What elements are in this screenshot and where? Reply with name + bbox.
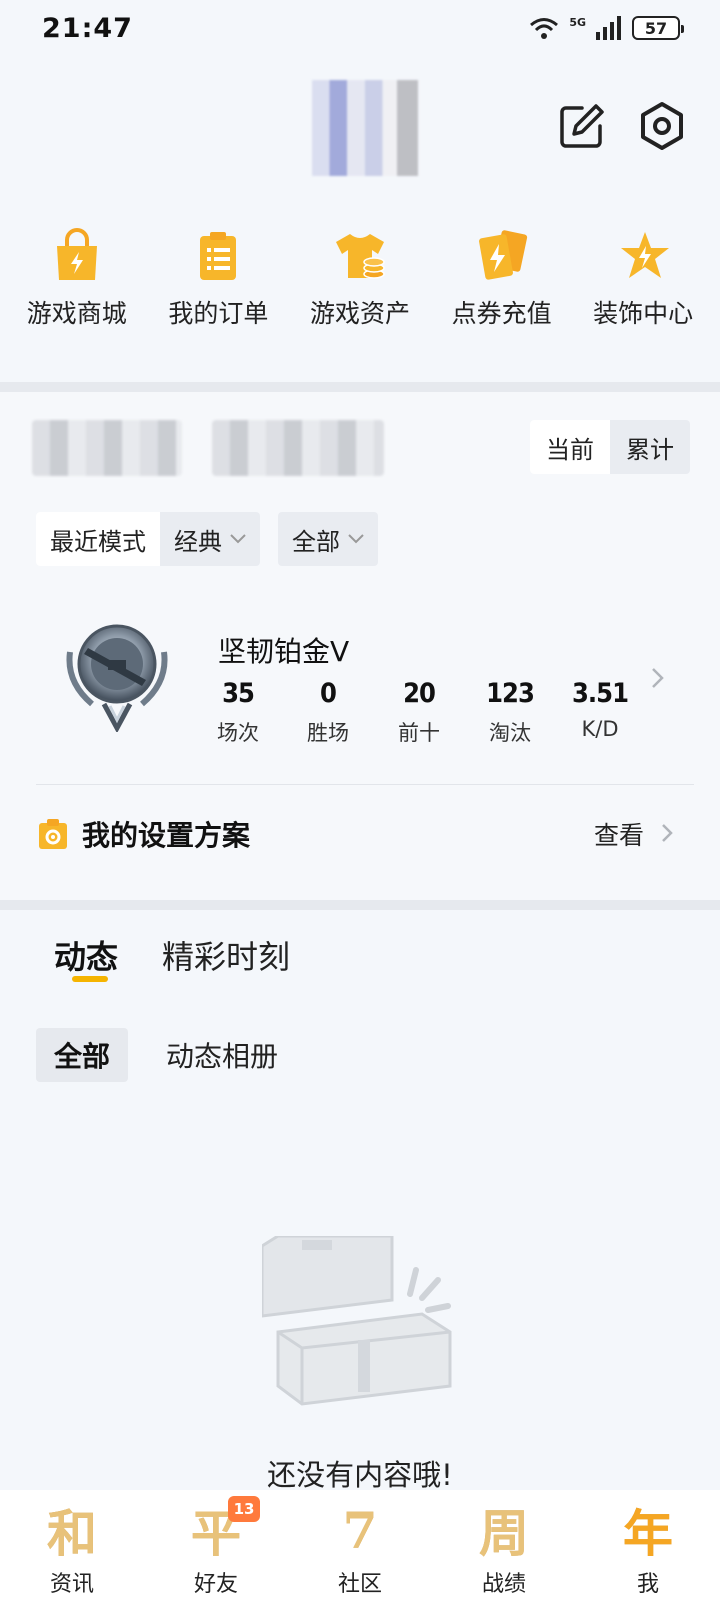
active-tab-indicator [72, 976, 108, 982]
stat-kd: 3.51 K/D [555, 678, 645, 741]
settings-plan-title: 我的设置方案 [82, 819, 251, 852]
community-icon: 7 [342, 1500, 378, 1560]
tshirt-coins-icon [335, 234, 385, 279]
toggle-cumulative[interactable]: 累计 [610, 420, 690, 474]
stats-period-toggle: 当前 累计 [530, 420, 690, 474]
shortcut-bar: 游戏商城 我的订单 游戏资产 点券充值 装饰中心 [0, 228, 720, 378]
stat-value: 20 [403, 678, 436, 709]
chevron-right-icon [662, 824, 673, 842]
stat-label: 胜场 [307, 721, 349, 745]
settings-plan-icon [39, 819, 67, 849]
platinum-rank-badge-icon [66, 624, 168, 732]
sub-tab-album[interactable]: 动态相册 [148, 1028, 296, 1082]
signal-icon [596, 16, 621, 40]
shopping-bag-icon [56, 228, 97, 280]
status-time: 21:47 [42, 12, 133, 44]
shortcut-recharge[interactable]: 点券充值 [432, 228, 572, 378]
edit-icon [560, 104, 604, 148]
empty-box-illustration [262, 1236, 452, 1406]
nav-label: 资讯 [49, 1572, 94, 1597]
settings-button[interactable] [636, 100, 688, 152]
stats-filters: 最近模式 经典 全部 [36, 512, 378, 566]
nav-label: 社区 [337, 1572, 382, 1597]
nav-me[interactable]: 年 我 [576, 1500, 720, 1598]
stat-label: 淘汰 [489, 721, 531, 745]
empty-state-text: 还没有内容哦! [267, 1458, 453, 1492]
shortcut-label: 点券充值 [451, 299, 552, 328]
nav-news[interactable]: 和 资讯 [0, 1500, 144, 1598]
stat-label: K/D [581, 717, 619, 741]
sub-tab-all[interactable]: 全部 [36, 1028, 129, 1082]
section-divider [0, 382, 720, 392]
battery-indicator: 57 [632, 16, 684, 40]
shortcut-game-assets[interactable]: 游戏资产 [290, 228, 430, 378]
mode-filter: 最近模式 经典 [36, 512, 260, 566]
stat-matches: 35 场次 [193, 678, 283, 747]
me-icon: 年 [623, 1504, 673, 1563]
tab-activity[interactable]: 动态 [54, 932, 118, 978]
edit-profile-button[interactable] [556, 100, 608, 152]
shortcut-label: 我的订单 [168, 299, 269, 328]
nav-records[interactable]: 周 战绩 [432, 1500, 576, 1598]
recent-mode-label: 最近模式 [36, 512, 160, 566]
stat-kills: 123 淘汰 [465, 678, 555, 747]
chevron-right-icon [652, 668, 664, 688]
toggle-current[interactable]: 当前 [530, 420, 610, 474]
section-divider [0, 900, 720, 910]
nav-label: 战绩 [481, 1572, 526, 1597]
stat-value: 3.51 [572, 678, 629, 709]
news-icon: 和 [47, 1504, 97, 1563]
tab-highlights[interactable]: 精彩时刻 [162, 932, 290, 978]
nav-label: 我 [636, 1572, 659, 1597]
nav-label: 好友 [193, 1572, 238, 1597]
stats-card: 当前 累计 最近模式 经典 全部 坚韧铂金V 35 场次 0 胜场 20 前十 … [0, 392, 720, 900]
shortcut-decoration-center[interactable]: 装饰中心 [573, 228, 713, 378]
clipboard-icon [200, 232, 237, 280]
shortcut-my-orders[interactable]: 我的订单 [148, 228, 288, 378]
records-icon: 周 [479, 1504, 529, 1563]
star-icon [621, 232, 670, 278]
stat-value: 0 [320, 678, 337, 709]
chevron-down-icon [230, 534, 246, 544]
cards-icon [478, 230, 527, 280]
nav-friends[interactable]: 平 13 好友 [144, 1496, 288, 1598]
player-id-blurred [32, 420, 182, 476]
stat-value: 123 [486, 678, 535, 709]
notification-badge: 13 [228, 1496, 260, 1522]
rank-name: 坚韧铂金V [218, 635, 350, 668]
nav-community[interactable]: 7 社区 [288, 1500, 432, 1598]
avatar[interactable] [300, 80, 418, 176]
gear-icon [641, 102, 683, 150]
stat-wins: 0 胜场 [283, 678, 373, 747]
feed-tabs: 动态 精彩时刻 [0, 910, 720, 990]
chevron-down-icon [348, 534, 364, 544]
shortcut-label: 装饰中心 [593, 299, 694, 328]
rank-summary[interactable]: 坚韧铂金V 35 场次 0 胜场 20 前十 123 淘汰 3.51 K/D [0, 602, 720, 752]
settings-plan-row[interactable]: 我的设置方案 查看 [0, 792, 720, 878]
mode-dropdown-value: 经典 [174, 527, 222, 556]
mode-dropdown[interactable]: 经典 [160, 512, 260, 566]
server-info-blurred [212, 420, 384, 476]
shortcut-label: 游戏商城 [26, 299, 127, 328]
status-bar: 21:47 5G 57 [0, 0, 720, 56]
stat-value: 35 [222, 678, 255, 709]
settings-plan-view-link[interactable]: 查看 [594, 816, 644, 852]
wifi-icon [530, 18, 559, 39]
feed-sub-tabs: 全部 动态相册 [36, 1028, 296, 1082]
bottom-navigation: 和 资讯 平 13 好友 7 社区 周 战绩 年 我 [0, 1490, 720, 1612]
shortcut-label: 游戏资产 [309, 299, 410, 328]
network-label: 5G [569, 15, 586, 29]
scope-dropdown[interactable]: 全部 [278, 512, 378, 566]
stat-label: 前十 [398, 721, 440, 745]
stat-label: 场次 [217, 721, 259, 745]
status-icons: 5G 57 [529, 15, 684, 40]
shortcut-game-store[interactable]: 游戏商城 [7, 228, 147, 378]
divider [36, 784, 694, 785]
stat-top-ten: 20 前十 [374, 678, 464, 747]
scope-dropdown-value: 全部 [292, 527, 340, 556]
scope-dropdown-inner: 全部 [278, 512, 378, 566]
